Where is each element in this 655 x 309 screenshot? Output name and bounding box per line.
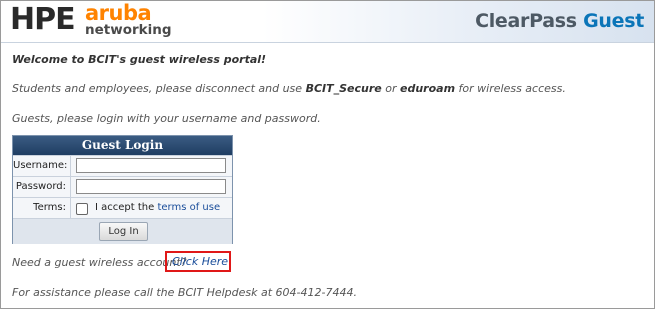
- login-button-row: Log In: [13, 218, 232, 244]
- accept-text: I accept the: [95, 202, 158, 213]
- password-input[interactable]: [76, 179, 226, 194]
- username-label: Username:: [13, 156, 71, 176]
- hpe-logo: HPE: [10, 2, 76, 37]
- guest-login-title: Guest Login: [13, 136, 232, 155]
- students-text-post: for wireless access.: [455, 82, 566, 95]
- students-text-pre: Students and employees, please disconnec…: [12, 82, 306, 95]
- networking-logo-text: networking: [85, 22, 172, 38]
- aruba-logo: aruba: [85, 1, 152, 25]
- guests-message: Guests, please login with your username …: [12, 112, 321, 125]
- terms-label: Terms:: [13, 198, 71, 218]
- welcome-text: Welcome to BCIT's guest wireless portal!: [12, 53, 267, 66]
- students-message: Students and employees, please disconnec…: [12, 82, 566, 95]
- password-label: Password:: [13, 177, 71, 197]
- terms-accept-text: I accept the terms of use: [95, 198, 220, 218]
- assistance-message: For assistance please call the BCIT Help…: [12, 286, 357, 299]
- brand-clearpass: ClearPass: [475, 10, 577, 32]
- username-input[interactable]: [76, 158, 226, 173]
- terms-row: Terms: I accept the terms of use: [13, 197, 232, 218]
- ssid-eduroam: eduroam: [400, 82, 456, 95]
- click-here-highlight: Click Here: [165, 251, 231, 272]
- welcome-message: Welcome to BCIT's guest wireless portal!: [12, 53, 266, 66]
- clearpass-guest-brand: ClearPass Guest: [475, 10, 644, 32]
- click-here-link[interactable]: Click Here: [172, 255, 228, 268]
- portal-window: HPE aruba networking ClearPass Guest Wel…: [0, 0, 655, 309]
- terms-checkbox[interactable]: [76, 203, 88, 215]
- need-account-message: Need a guest wireless account?: [12, 256, 187, 269]
- brand-guest: Guest: [583, 10, 644, 32]
- ssid-bcit-secure: BCIT_Secure: [305, 82, 382, 95]
- terms-of-use-link[interactable]: terms of use: [157, 202, 220, 213]
- header-bar: HPE aruba networking ClearPass Guest: [1, 1, 654, 43]
- password-row: Password:: [13, 176, 232, 197]
- username-row: Username:: [13, 155, 232, 176]
- login-button[interactable]: Log In: [99, 222, 148, 241]
- students-text-or: or: [381, 82, 400, 95]
- guest-login-panel: Guest Login Username: Password: Terms: I…: [12, 135, 233, 244]
